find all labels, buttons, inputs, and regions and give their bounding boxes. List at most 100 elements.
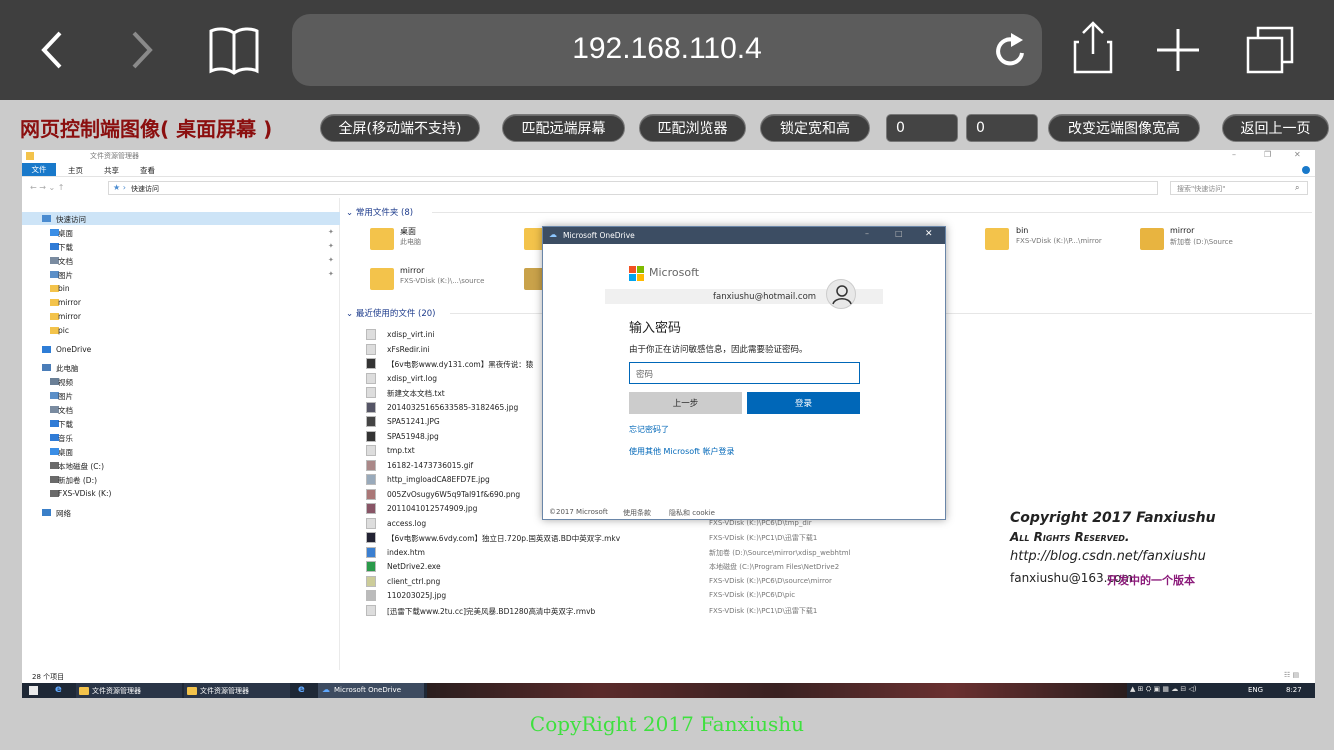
recent-file-name[interactable]: NetDrive2.exe: [387, 562, 441, 571]
recent-file-name[interactable]: client_ctrl.png: [387, 577, 440, 586]
nav-item[interactable]: 新加卷 (D:): [58, 475, 97, 486]
pin-icon[interactable]: ✦: [328, 270, 334, 278]
tab-view[interactable]: 查看: [140, 165, 155, 176]
recent-header[interactable]: ⌄ 最近使用的文件 (20): [346, 307, 435, 319]
recent-file-name[interactable]: 2011041012574909.jpg: [387, 504, 477, 513]
pin-icon[interactable]: ✦: [328, 256, 334, 264]
frequent-name[interactable]: mirror: [400, 266, 424, 275]
nav-item[interactable]: 图片: [58, 270, 73, 281]
other-account-link[interactable]: 使用其他 Microsoft 帐户登录: [629, 446, 735, 457]
maximize-icon[interactable]: ❐: [1264, 150, 1271, 159]
dialog-minimize-icon[interactable]: –: [865, 229, 869, 238]
taskbar-item[interactable]: 文件资源管理器: [76, 683, 182, 698]
recent-file-name[interactable]: xdisp_virt.log: [387, 374, 437, 383]
nav-item[interactable]: 下载: [58, 419, 73, 430]
go-back-button[interactable]: 返回上一页: [1222, 114, 1329, 142]
nav-item[interactable]: bin: [58, 284, 70, 293]
search-field[interactable]: 搜索"快速访问" ⌕: [1170, 181, 1308, 195]
recent-file-name[interactable]: tmp.txt: [387, 446, 415, 455]
nav-item[interactable]: 音乐: [58, 433, 73, 444]
nav-item[interactable]: 文档: [58, 256, 73, 267]
close-icon[interactable]: ✕: [1294, 150, 1301, 159]
frequent-name[interactable]: 桌面: [400, 226, 416, 237]
tray-icons[interactable]: ▲ ⊞ ⛭ ▣ ▦ ☁ ⊟ ◁): [1130, 685, 1197, 694]
share-icon[interactable]: [1068, 20, 1118, 76]
recent-file-name[interactable]: SPA51241.JPG: [387, 417, 440, 426]
recent-file-name[interactable]: xFsRedir.ini: [387, 345, 430, 354]
taskbar-item[interactable]: ☁ Microsoft OneDrive: [318, 683, 424, 698]
recent-file-name[interactable]: access.log: [387, 519, 426, 528]
frequent-name[interactable]: mirror: [1170, 226, 1194, 235]
bookmarks-icon[interactable]: [206, 24, 262, 76]
recent-file-name[interactable]: index.htm: [387, 548, 425, 557]
recent-file-name[interactable]: 110203025J.jpg: [387, 591, 446, 600]
nav-item[interactable]: mirror: [58, 298, 81, 307]
ie-icon[interactable]: e: [298, 684, 305, 695]
nav-arrows-icon[interactable]: ← → ⌄ ↑: [30, 183, 64, 192]
recent-file-name[interactable]: xdisp_virt.ini: [387, 330, 435, 339]
dialog-maximize-icon[interactable]: □: [895, 229, 903, 238]
forgot-password-link[interactable]: 忘记密码了: [629, 424, 669, 435]
width-input[interactable]: 0: [886, 114, 958, 142]
tab-home[interactable]: 主页: [68, 165, 83, 176]
minimize-icon[interactable]: –: [1232, 150, 1236, 159]
taskbar-item[interactable]: 文件资源管理器: [184, 683, 290, 698]
privacy-link[interactable]: 隐私和 cookie: [669, 508, 715, 518]
nav-item[interactable]: 桌面: [58, 228, 73, 239]
fullscreen-button[interactable]: 全屏(移动端不支持): [320, 114, 480, 142]
recent-file-name[interactable]: 【6v电影www.6vdy.com】独立日.720p.国英双语.BD中英双字.m…: [387, 533, 620, 544]
forward-icon[interactable]: [120, 28, 164, 72]
nav-item[interactable]: 文档: [58, 405, 73, 416]
address-field[interactable]: ★ › 快速访问: [108, 181, 1158, 195]
nav-item[interactable]: mirror: [58, 312, 81, 321]
nav-item[interactable]: 视频: [58, 377, 73, 388]
new-tab-icon[interactable]: [1154, 26, 1202, 74]
address-bar[interactable]: 192.168.110.4: [292, 14, 1042, 86]
lock-size-button[interactable]: 锁定宽和高: [760, 114, 870, 142]
frequent-header[interactable]: ⌄ 常用文件夹 (8): [346, 206, 413, 218]
nav-item[interactable]: pic: [58, 326, 69, 335]
pin-icon[interactable]: ✦: [328, 228, 334, 236]
nav-item[interactable]: OneDrive: [56, 345, 91, 354]
control-toolbar: 网页控制端图像( 桌面屏幕 ) 全屏(移动端不支持) 匹配远端屏幕 匹配浏览器 …: [0, 100, 1334, 150]
edge-icon[interactable]: e: [55, 684, 62, 695]
terms-link[interactable]: 使用条款: [623, 508, 651, 518]
frequent-name[interactable]: bin: [1016, 226, 1028, 235]
height-input[interactable]: 0: [966, 114, 1038, 142]
match-browser-button[interactable]: 匹配浏览器: [639, 114, 746, 142]
nav-item[interactable]: 下载: [58, 242, 73, 253]
reload-icon[interactable]: [988, 28, 1032, 72]
clock[interactable]: 8:27: [1286, 686, 1302, 694]
input-language[interactable]: ENG: [1248, 686, 1263, 694]
pin-icon[interactable]: ✦: [328, 242, 334, 250]
help-icon[interactable]: [1302, 166, 1310, 174]
recent-file-name[interactable]: 20140325165633585-3182465.jpg: [387, 403, 518, 412]
recent-file-name[interactable]: [迅雷下载www.2tu.cc]完美风暴.BD1280高清中英双字.rmvb: [387, 606, 595, 617]
signin-button[interactable]: 登录: [747, 392, 860, 414]
view-toggle-icon[interactable]: ☷ ▤: [1284, 671, 1299, 679]
nav-item[interactable]: 桌面: [58, 447, 73, 458]
recent-file-name[interactable]: 005ZvOsugy6W5q9Tal91f&690.png: [387, 490, 520, 499]
recent-file-name[interactable]: 【6v电影www.dy131.com】黑夜传说：猿: [387, 359, 533, 370]
nav-item[interactable]: 本地磁盘 (C:): [58, 461, 104, 472]
tab-share[interactable]: 共享: [104, 165, 119, 176]
recent-file-name[interactable]: 新建文本文档.txt: [387, 388, 445, 399]
recent-file-name[interactable]: http_imgloadCA8EFD7E.jpg: [387, 475, 490, 484]
nav-item[interactable]: FXS-VDisk (K:): [58, 489, 111, 498]
start-icon[interactable]: [29, 686, 38, 695]
nav-item[interactable]: 网络: [56, 508, 71, 519]
change-size-button[interactable]: 改变远端图像宽高: [1048, 114, 1200, 142]
match-remote-screen-button[interactable]: 匹配远端屏幕: [502, 114, 625, 142]
tab-file[interactable]: 文件: [22, 163, 56, 176]
nav-item[interactable]: 图片: [58, 391, 73, 402]
back-button[interactable]: 上一步: [629, 392, 742, 414]
nav-item[interactable]: 快速访问: [56, 214, 86, 225]
recent-file-name[interactable]: 16182-1473736015.gif: [387, 461, 473, 470]
remote-screen[interactable]: 文件资源管理器 – ❐ ✕ 文件 主页 共享 查看 ← → ⌄ ↑ ★ › 快速…: [22, 150, 1315, 698]
nav-item[interactable]: 此电脑: [56, 363, 79, 374]
recent-file-name[interactable]: SPA51948.jpg: [387, 432, 439, 441]
dialog-close-icon[interactable]: ✕: [925, 229, 933, 239]
back-icon[interactable]: [30, 28, 74, 72]
tabs-icon[interactable]: [1242, 24, 1298, 76]
password-input[interactable]: 密码: [629, 362, 860, 384]
